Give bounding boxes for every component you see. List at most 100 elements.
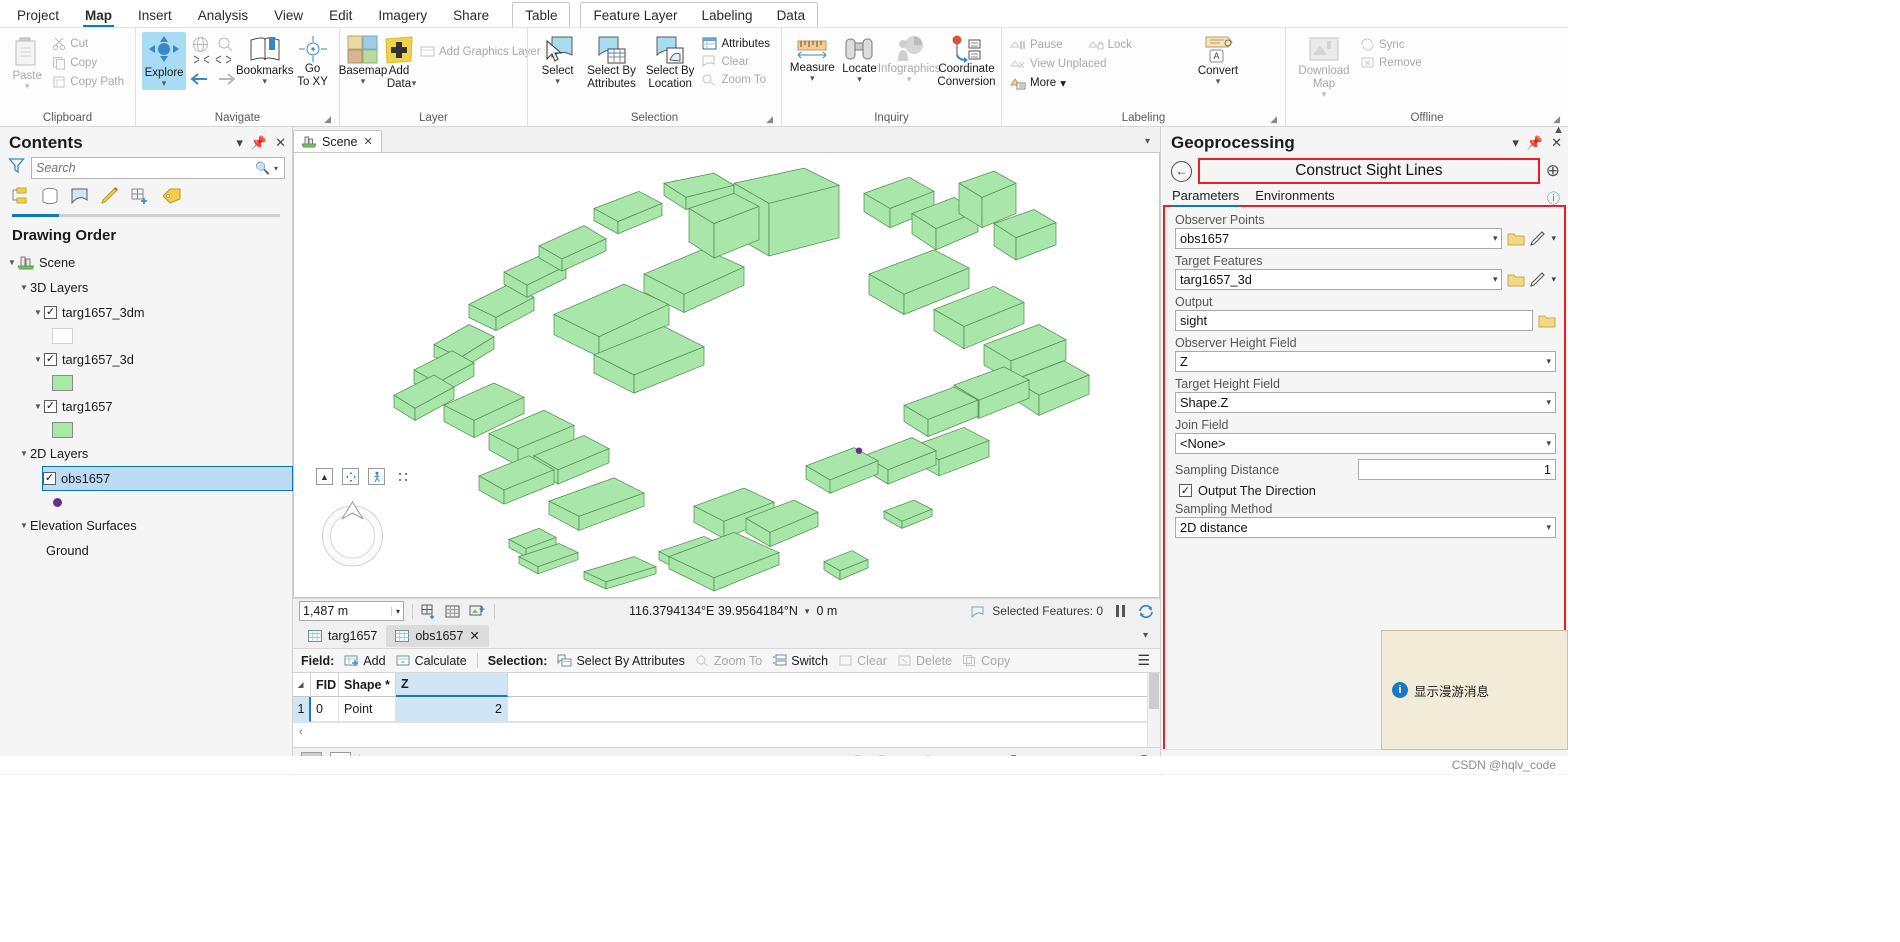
measure-button[interactable]: Measure ▾	[788, 32, 837, 85]
symbol-swatch[interactable]	[52, 375, 73, 391]
chevron-down-icon[interactable]: ▾	[1542, 356, 1551, 367]
pin-icon[interactable]: 📌	[251, 135, 267, 151]
view-unplaced-button[interactable]: View Unplaced	[1008, 56, 1178, 72]
ribbon-tab-imagery[interactable]: Imagery	[365, 5, 440, 27]
table-delete-button[interactable]: Delete	[897, 654, 952, 668]
scene-canvas[interactable]: ▲	[293, 152, 1160, 598]
ribbon-tab-labeling[interactable]: Labeling	[690, 5, 765, 27]
list-by-snapping-icon[interactable]	[130, 187, 150, 210]
search-icon[interactable]: 🔍	[253, 161, 272, 175]
add-bookmark-icon[interactable]	[469, 604, 486, 619]
cell-z[interactable]: 2	[396, 697, 508, 722]
chevron-down-icon[interactable]: ▾	[263, 76, 268, 86]
table-select-by-attributes-button[interactable]: Select By Attributes	[557, 654, 685, 668]
chevron-down-icon[interactable]: ▾	[162, 78, 167, 88]
select-by-attributes-button[interactable]: Select By Attributes	[583, 32, 640, 93]
symbol-swatch[interactable]	[52, 328, 73, 344]
navigator-compass[interactable]	[316, 496, 389, 569]
table-switch-selection-button[interactable]: Switch	[772, 654, 828, 668]
infographics-button[interactable]: Infographics ▾	[878, 32, 941, 86]
collapse-ribbon-icon[interactable]: ▲	[1553, 124, 1564, 136]
convert-labels-button[interactable]: A Convert ▾	[1190, 32, 1246, 88]
pin-icon[interactable]: 📌	[1527, 135, 1543, 151]
table-options-menu-icon[interactable]: ☰	[1137, 652, 1150, 669]
chevron-down-icon[interactable]: ▾	[1542, 522, 1551, 533]
paste-button[interactable]: Paste ▾	[6, 32, 48, 93]
pause-drawing-icon[interactable]	[1111, 604, 1130, 618]
expand-triangle-icon[interactable]: ▼	[32, 355, 44, 364]
chevron-down-icon[interactable]: ▾	[810, 73, 815, 83]
add-to-model-icon[interactable]: ⊕	[1546, 161, 1560, 181]
edit-tool-icon[interactable]	[1530, 271, 1546, 288]
back-button[interactable]: ←	[1171, 160, 1192, 182]
tree-item-ground[interactable]: Ground	[0, 538, 292, 563]
list-by-data-source-icon[interactable]	[40, 187, 60, 210]
chevron-down-icon[interactable]: ▾	[390, 606, 400, 616]
basemap-button[interactable]: Basemap ▾	[339, 32, 387, 88]
coordinate-conversion-button[interactable]: Coordinate Conversion	[937, 32, 996, 91]
ribbon-tab-analysis[interactable]: Analysis	[185, 5, 261, 27]
browse-icon[interactable]	[1507, 272, 1525, 288]
roaming-message-toast[interactable]: i 显示漫游消息	[1381, 630, 1568, 750]
grid-vscroll[interactable]	[1147, 673, 1160, 747]
input-sampling-method[interactable]: 2D distance ▾	[1175, 517, 1556, 538]
chevron-down-icon[interactable]: ▾	[857, 74, 862, 84]
pan-tool-icon[interactable]	[342, 468, 359, 485]
add-data-button[interactable]: Add Data ▾	[382, 32, 416, 90]
pause-labeling-button[interactable]: Pause	[1008, 37, 1068, 53]
close-icon[interactable]: ✕	[469, 628, 479, 643]
chevron-down-icon[interactable]: ▾	[1060, 76, 1066, 90]
chevron-down-icon[interactable]: ▾	[1542, 397, 1551, 408]
help-icon[interactable]: ⓘ	[1547, 188, 1568, 207]
ribbon-tab-edit[interactable]: Edit	[316, 5, 365, 27]
table-clear-button[interactable]: Clear	[838, 654, 887, 668]
chevron-down-icon[interactable]: ▾	[805, 606, 810, 617]
chevron-down-icon[interactable]: ▾	[1489, 233, 1498, 244]
close-icon[interactable]: ✕	[363, 135, 372, 148]
explore-button[interactable]: Explore ▾	[142, 32, 187, 90]
close-icon[interactable]: ✕	[1551, 135, 1562, 151]
lock-labeling-button[interactable]: Lock	[1086, 37, 1137, 53]
grid-icon[interactable]	[445, 604, 461, 619]
chevron-down-icon[interactable]: ▾	[361, 76, 366, 86]
copy-path-button[interactable]: Copy Path	[50, 74, 129, 90]
expand-triangle-icon[interactable]: ▼	[32, 308, 44, 317]
tab-environments[interactable]: Environments	[1255, 188, 1334, 207]
cell-shape[interactable]: Point	[339, 697, 396, 722]
browse-icon[interactable]	[1538, 313, 1556, 329]
list-by-labeling-icon[interactable]	[160, 187, 182, 210]
chevron-down-icon[interactable]: ▾	[1512, 135, 1519, 151]
input-join-field[interactable]: <None> ▾	[1175, 433, 1556, 454]
dialog-launcher-icon[interactable]: ◢	[1270, 114, 1277, 125]
grid-header-fid[interactable]: FID	[311, 673, 339, 697]
expand-navigator-icon[interactable]: ▲	[316, 468, 333, 485]
layer-checkbox[interactable]: ✓	[44, 306, 57, 319]
locate-button[interactable]: Locate ▾	[839, 32, 881, 86]
zoom-out-arrows-icon[interactable]	[193, 55, 210, 64]
expand-triangle-icon[interactable]: ▼	[18, 521, 30, 530]
input-observer-height-field[interactable]: Z ▾	[1175, 351, 1556, 372]
select-button[interactable]: Select ▾	[534, 32, 581, 88]
grid-hscroll[interactable]: ‹	[293, 722, 1160, 740]
more-nav-tools-icon[interactable]	[394, 468, 411, 485]
zoom-in-arrows-icon[interactable]	[215, 55, 232, 64]
tree-layer-targ1657-3dm[interactable]: ▼ ✓ targ1657_3dm	[0, 300, 292, 325]
dialog-launcher-icon[interactable]: ◢	[766, 114, 773, 125]
table-tab-obs1657[interactable]: obs1657 ✕	[386, 624, 489, 647]
map-scale-selector[interactable]: 1,487 m ▾	[299, 601, 404, 621]
chevron-down-icon[interactable]: ▾	[1322, 89, 1327, 99]
grid-header-z[interactable]: Z	[396, 673, 508, 697]
attributes-button[interactable]: Attributes	[700, 36, 775, 51]
expand-triangle-icon[interactable]: ▼	[18, 449, 30, 458]
output-direction-checkbox[interactable]: ✓	[1179, 484, 1192, 497]
chevron-down-icon[interactable]: ▾	[1489, 274, 1498, 285]
input-target-features[interactable]: targ1657_3d ▾	[1175, 269, 1503, 290]
list-by-drawing-order-icon[interactable]	[10, 187, 30, 210]
table-tab-targ1657[interactable]: targ1657	[299, 625, 386, 647]
next-extent-icon[interactable]	[217, 72, 237, 86]
chevron-down-icon[interactable]: ▾	[1542, 438, 1551, 449]
search-input[interactable]	[36, 161, 254, 175]
tab-parameters[interactable]: Parameters	[1172, 188, 1240, 207]
ribbon-tab-data[interactable]: Data	[765, 5, 818, 27]
expand-triangle-icon[interactable]: ▼	[18, 283, 30, 292]
